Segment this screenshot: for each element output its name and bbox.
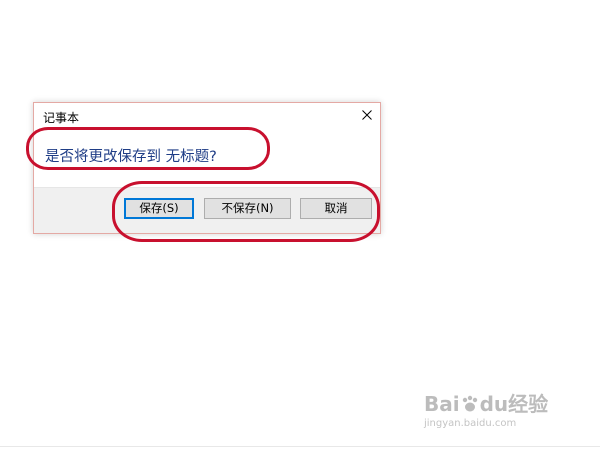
- paw-icon: [462, 395, 477, 412]
- dialog-title: 记事本: [43, 111, 80, 125]
- message-highlight-annotation: [26, 127, 270, 170]
- close-icon: [362, 110, 372, 120]
- watermark-logo-mid: du: [479, 392, 509, 416]
- watermark-logo: Bai du经验: [424, 388, 548, 417]
- watermark-url: jingyan.baidu.com: [424, 418, 517, 429]
- baidu-jingyan-watermark: Bai du经验 jingyan.baidu.com: [424, 388, 564, 438]
- buttons-highlight-annotation: [112, 181, 380, 242]
- bottom-divider: [0, 446, 600, 447]
- watermark-logo-left: Bai: [424, 392, 460, 416]
- watermark-logo-right: 经验: [508, 392, 549, 416]
- close-button[interactable]: [357, 106, 377, 124]
- dialog-titlebar[interactable]: 记事本: [34, 103, 380, 130]
